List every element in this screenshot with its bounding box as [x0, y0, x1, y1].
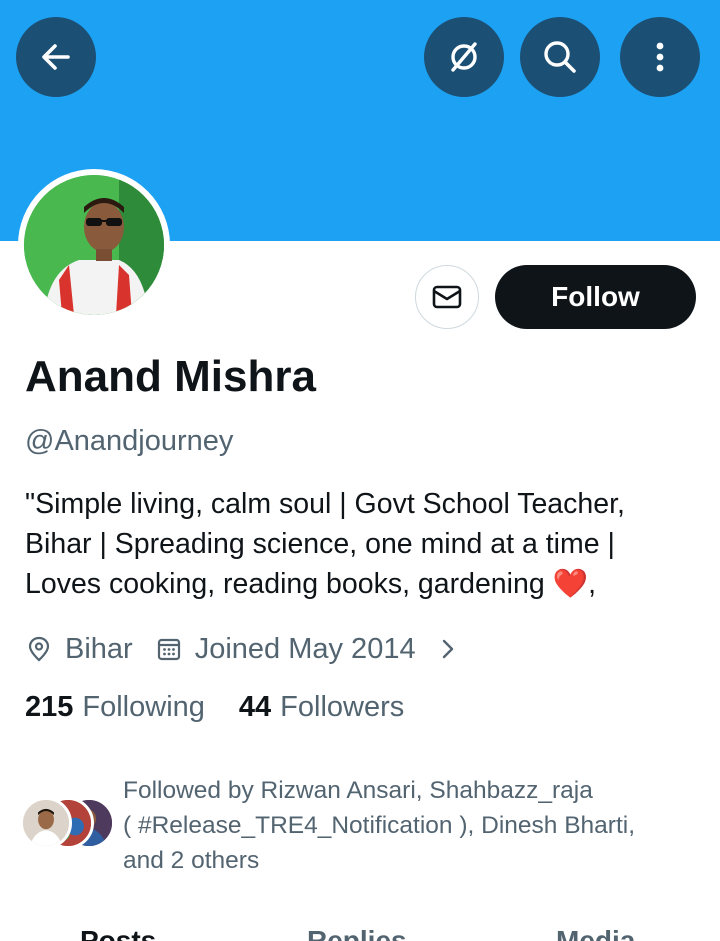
calendar-icon — [157, 638, 180, 661]
bio-line-text: Loves cooking, reading books, gardening — [25, 568, 545, 600]
profile-tabs: Posts Replies Media — [0, 925, 720, 941]
followed-by-avatars[interactable] — [20, 797, 115, 849]
joined-text: Joined May 2014 — [194, 632, 416, 665]
more-button[interactable] — [620, 17, 700, 97]
following-link[interactable]: 215 Following — [25, 691, 205, 724]
bio-tail: , — [588, 568, 597, 600]
profile-handle: @Anandjourney — [25, 425, 234, 457]
followed-by-text[interactable]: Followed by Rizwan Ansari, Shahbazz_raja… — [123, 773, 713, 878]
bio-line: "Simple living, calm soul | Govt School … — [25, 488, 625, 520]
profile-stats: 215 Following 44 Followers — [25, 691, 438, 724]
bio-line: Loves cooking, reading books, gardening … — [25, 564, 705, 604]
followed-by-line: and 2 others — [123, 847, 260, 874]
profile-name: Anand Mishra — [25, 352, 316, 401]
avatar-image — [24, 175, 164, 315]
following-label: Following — [82, 691, 205, 723]
grok-button[interactable] — [424, 17, 504, 97]
followers-count: 44 — [238, 691, 272, 723]
message-button[interactable] — [415, 265, 479, 329]
location: Bihar — [25, 633, 133, 666]
tab-replies[interactable]: Replies — [307, 925, 407, 941]
profile-meta: Bihar Joined May 2014 — [25, 628, 474, 670]
joined-date[interactable]: Joined May 2014 — [155, 633, 416, 666]
arrow-left-icon — [42, 44, 70, 70]
followed-by-line: ( #Release_TRE4_Notification ), Dinesh B… — [123, 812, 636, 839]
chevron-right-icon[interactable] — [434, 635, 462, 663]
followed-by-line: Followed by Rizwan Ansari, Shahbazz_raja — [123, 777, 593, 804]
followers-link[interactable]: 44 Followers — [239, 691, 404, 724]
profile-avatar[interactable] — [18, 169, 170, 321]
avatar — [20, 797, 72, 849]
back-button[interactable] — [16, 17, 96, 97]
follow-button[interactable]: Follow — [495, 265, 696, 329]
profile-bio: "Simple living, calm soul | Govt School … — [25, 484, 705, 604]
location-text: Bihar — [65, 632, 133, 665]
grok-slash-icon — [451, 42, 477, 72]
search-button[interactable] — [520, 17, 600, 97]
search-icon — [544, 41, 576, 73]
heart-emoji: ❤️ — [552, 568, 589, 600]
tab-posts[interactable]: Posts — [80, 925, 156, 941]
location-pin-icon — [28, 636, 50, 662]
followers-label: Followers — [280, 691, 405, 723]
following-count: 215 — [25, 691, 74, 723]
bio-line: Bihar | Spreading science, one mind at a… — [25, 528, 615, 560]
envelope-icon — [432, 285, 462, 309]
tab-media[interactable]: Media — [556, 925, 635, 941]
more-vertical-icon — [656, 42, 664, 72]
